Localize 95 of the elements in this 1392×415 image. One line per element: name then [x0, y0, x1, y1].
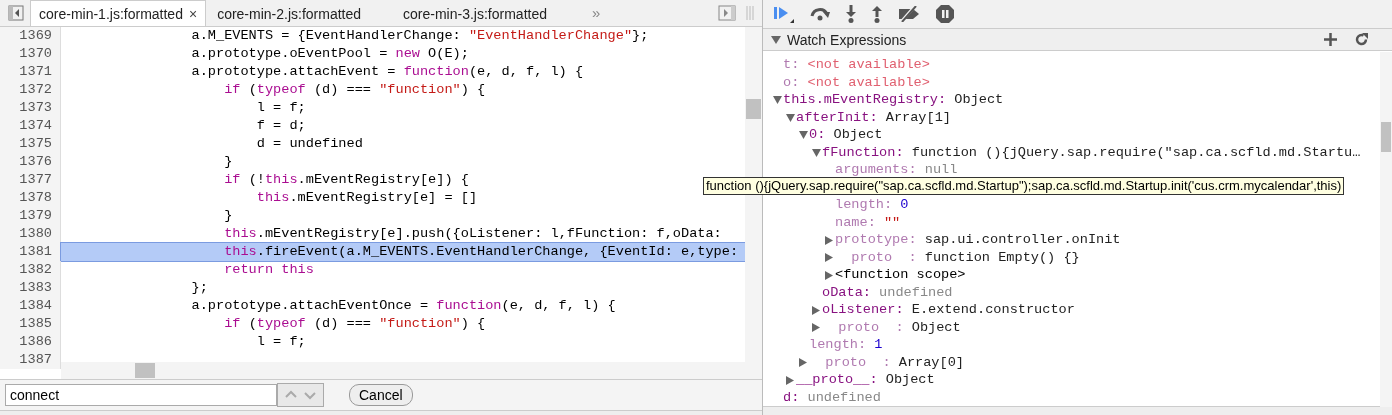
line-number: 1385: [0, 315, 61, 333]
refresh-icon[interactable]: [1355, 33, 1368, 47]
property-name: t:: [783, 56, 800, 74]
property-value: undefined: [807, 388, 881, 407]
code-line: if (typeof (d) === "function") {: [223, 315, 486, 333]
line-number: 1387: [0, 351, 61, 369]
property-value: Object: [885, 371, 935, 389]
add-icon[interactable]: [1324, 33, 1337, 47]
property-name: d:: [783, 388, 800, 407]
property-name: proto :: [837, 318, 904, 337]
property-name: length:: [835, 196, 893, 214]
property-value: <not available>: [807, 73, 930, 92]
property-value: Array[1]: [885, 108, 951, 127]
code-line: a.prototype.attachEvent = function(e, d, f, l) {: [190, 63, 584, 81]
code-line: a.M_EVENTS = {EventHandlerChange: "EventHandlerChange"};: [190, 27, 649, 45]
toggle-navigator-icon[interactable]: [8, 5, 24, 21]
resume-icon[interactable]: [773, 4, 795, 24]
line-number: 1386: [0, 333, 61, 351]
line-number: 1382: [0, 261, 61, 279]
code-line: this.mEventRegistry[e].push({oListener: l,fFunction: f,oData:: [223, 225, 722, 243]
property-value: function Empty() {}: [924, 248, 1080, 267]
file-tab[interactable]: core-min-1.js:formatted ×: [30, 0, 207, 26]
property-value: null: [924, 161, 958, 179]
code-line: if (typeof (d) === "function") {: [223, 81, 486, 99]
drag-handle-icon[interactable]: [746, 6, 754, 20]
tooltip: function (){jQuery.sap.require("sap.ca.scfld.md.Startup");sap.ca.scfld.md.Startup.init('cus.crm.mycalendar',this): [703, 176, 1345, 195]
property-name: 0:: [809, 126, 826, 144]
line-number: 1379: [0, 207, 61, 225]
line-number: 1369: [0, 27, 61, 45]
cancel-button[interactable]: Cancel: [349, 384, 413, 406]
step-into-icon[interactable]: [845, 5, 857, 23]
deactivate-breakpoints-icon[interactable]: [897, 6, 921, 22]
line-number: 1378: [0, 189, 61, 207]
code-line: a.prototype.attachEventOnce = function(e, d, f, l) {: [190, 297, 616, 315]
property-value: 1: [874, 336, 883, 354]
code-line: l = f;: [255, 99, 306, 117]
property-name: oListener:: [822, 301, 904, 319]
code-line: if (!this.mEventRegistry[e]) {: [223, 171, 469, 189]
code-line: a.prototype.oEventPool = new O(E);: [190, 45, 469, 63]
line-number: 1381: [0, 243, 61, 261]
property-value: Object: [954, 91, 1004, 109]
property-value: Array[0]: [898, 353, 964, 372]
property-name: prototype:: [835, 231, 917, 249]
property-value: "": [883, 213, 901, 232]
toggle-debugger-icon[interactable]: [718, 5, 736, 21]
code-line: d = undefined: [255, 135, 363, 153]
line-number: 1377: [0, 171, 61, 189]
pause-icon[interactable]: [935, 4, 955, 24]
code-line: this.mEventRegistry[e] = []: [255, 189, 478, 207]
property-name: this.mEventRegistry:: [783, 91, 947, 109]
code-line: }: [223, 207, 233, 225]
property-value: sap.ui.controller.onInit: [924, 231, 1121, 249]
expanded-triangle-icon[interactable]: [771, 35, 781, 44]
property-name: __proto__:: [796, 371, 878, 389]
line-number: 1375: [0, 135, 61, 153]
code-line: };: [190, 279, 208, 297]
code-line: f = d;: [255, 117, 306, 135]
property-name: name:: [835, 213, 876, 232]
property-value: <not available>: [807, 56, 930, 74]
code-line: l = f;: [255, 333, 306, 351]
property-name: length:: [809, 336, 867, 354]
property-name: o:: [783, 73, 800, 92]
property-value: Object: [911, 318, 961, 337]
property-value: Object: [833, 126, 883, 144]
section-title: Watch Expressions: [787, 31, 907, 48]
line-number: 1380: [0, 225, 61, 243]
property-name: arguments:: [835, 161, 917, 179]
line-number: 1372: [0, 81, 61, 99]
property-value: undefined: [879, 283, 953, 302]
line-number: 1370: [0, 45, 61, 63]
line-number: 1376: [0, 153, 61, 171]
file-tab[interactable]: core-min-2.js:formatted: [210, 0, 393, 26]
close-icon[interactable]: ×: [188, 5, 198, 22]
scope-label[interactable]: <function scope>: [835, 266, 966, 284]
step-out-icon[interactable]: [871, 5, 883, 23]
line-number: 1371: [0, 63, 61, 81]
vertical-scrollbar[interactable]: [1380, 52, 1392, 407]
property-value: E.extend.constructor: [911, 301, 1075, 319]
section-header[interactable]: Watch Expressions: [763, 29, 1392, 52]
property-name: oData:: [822, 283, 871, 302]
property-name: fFunction:: [822, 143, 904, 162]
search-field[interactable]: connect: [5, 384, 277, 406]
line-number: 1383: [0, 279, 61, 297]
property-name: proto :: [850, 248, 917, 267]
code-line: return this: [223, 261, 314, 279]
line-number: 1384: [0, 297, 61, 315]
line-number: 1373: [0, 99, 61, 117]
property-value: 0: [900, 196, 909, 214]
step-over-icon[interactable]: [809, 6, 831, 22]
code-line: }: [223, 153, 233, 171]
property-name: proto :: [824, 353, 891, 372]
file-tab[interactable]: core-min-3.js:formatted: [396, 0, 578, 26]
line-number: 1374: [0, 117, 61, 135]
property-name: afterInit:: [796, 108, 878, 127]
property-value: function (){jQuery.sap.require("sap.ca.scfld.md.Startu…: [911, 143, 1361, 162]
